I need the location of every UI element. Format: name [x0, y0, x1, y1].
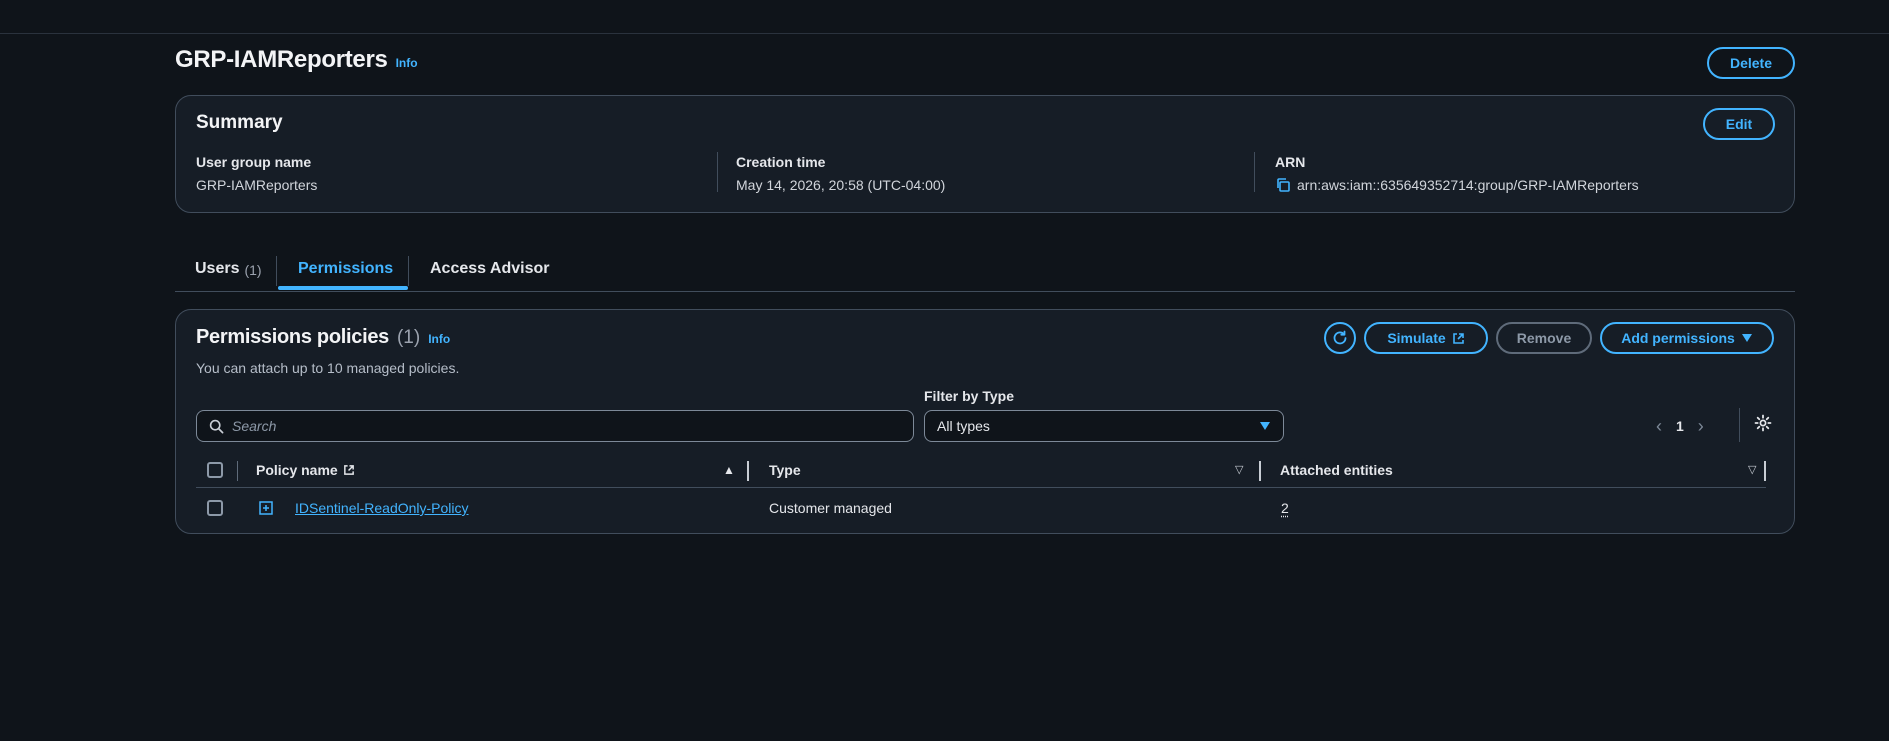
row-select-cell: [207, 488, 223, 528]
caret-down-icon: [1260, 422, 1270, 430]
attached-entities-count[interactable]: 2: [1281, 500, 1289, 516]
arn-value: arn:aws:iam::635649352714:group/GRP-IAMR…: [1297, 177, 1639, 193]
column-type-label: Type: [769, 462, 801, 478]
external-link-icon: [1452, 332, 1464, 344]
select-all-cell: [207, 452, 223, 488]
permissions-info-link[interactable]: Info: [428, 332, 450, 346]
column-divider: [237, 461, 238, 481]
group-name-label: User group name: [196, 154, 312, 170]
tab-users-label: Users: [195, 260, 240, 277]
sort-icon[interactable]: ▽: [1748, 463, 1756, 476]
attached-entities-cell: 2: [1281, 488, 1289, 528]
arn-field: ARN arn:aws:iam::635649352714:group/GRP-…: [1275, 154, 1639, 193]
tab-separator: [408, 256, 409, 286]
permissions-count: (1): [396, 327, 421, 348]
summary-panel: Summary Edit User group name GRP-IAMRepo…: [175, 95, 1795, 213]
pagination: ‹ 1 ›: [1656, 410, 1704, 442]
external-link-icon: [343, 465, 354, 475]
permissions-panel: Permissions policies (1) Info You can at…: [175, 309, 1795, 534]
tab-access-advisor[interactable]: Access Advisor: [430, 254, 549, 292]
select-all-checkbox[interactable]: [207, 462, 223, 478]
column-resizer[interactable]: [747, 461, 749, 481]
search-icon: [209, 419, 224, 433]
tab-permissions-label: Permissions: [298, 260, 394, 277]
arn-row: arn:aws:iam::635649352714:group/GRP-IAMR…: [1275, 177, 1639, 193]
arn-label: ARN: [1275, 154, 1306, 170]
column-entities-label: Attached entities: [1280, 462, 1393, 478]
group-name-field: User group name GRP-IAMReporters: [196, 154, 317, 193]
prev-page-icon[interactable]: ‹: [1656, 416, 1662, 437]
summary-title: Summary: [196, 112, 283, 133]
table-header: Policy name ▲ Type ▽ Attached entities ▽: [196, 452, 1766, 488]
gear-icon[interactable]: [1754, 414, 1772, 437]
sort-icon[interactable]: ▽: [1235, 463, 1243, 476]
tab-access-advisor-label: Access Advisor: [430, 260, 550, 277]
sort-ascending-icon[interactable]: ▲: [723, 463, 735, 477]
tab-users-count: (1): [244, 262, 262, 278]
next-page-icon[interactable]: ›: [1698, 416, 1704, 437]
add-permissions-label: Add permissions: [1621, 330, 1735, 346]
tab-bar: Users (1) Permissions Access Advisor: [175, 254, 1795, 292]
copy-icon[interactable]: [1275, 177, 1291, 193]
column-policy-name[interactable]: Policy name: [256, 452, 355, 488]
refresh-icon: [1333, 330, 1347, 345]
top-navigation-bar: [0, 0, 1889, 34]
policy-name-link[interactable]: IDSentinel-ReadOnly-Policy: [295, 500, 469, 516]
page-info-link[interactable]: Info: [396, 56, 418, 70]
tab-users[interactable]: Users (1): [195, 254, 262, 292]
page-title: GRP-IAMReporters: [175, 46, 388, 73]
permissions-title: Permissions policies: [196, 326, 389, 348]
group-name-value: GRP-IAMReporters: [196, 177, 318, 193]
divider: [1254, 152, 1255, 192]
add-permissions-button[interactable]: Add permissions: [1600, 322, 1774, 354]
caret-down-icon: [1741, 334, 1752, 342]
permissions-subtitle: You can attach up to 10 managed policies…: [196, 360, 460, 376]
delete-button[interactable]: Delete: [1707, 47, 1795, 79]
page-number[interactable]: 1: [1676, 418, 1684, 434]
expand-cell: [259, 488, 273, 528]
filter-type-label: Filter by Type: [924, 388, 1014, 404]
creation-time-field: Creation time May 14, 2026, 20:58 (UTC-0…: [736, 154, 945, 193]
column-attached-entities[interactable]: Attached entities: [1280, 452, 1393, 488]
simulate-button[interactable]: Simulate: [1364, 322, 1488, 354]
table-row: IDSentinel-ReadOnly-Policy Customer mana…: [196, 488, 1766, 528]
policy-name-cell: IDSentinel-ReadOnly-Policy: [295, 488, 469, 528]
search-box: [196, 410, 914, 442]
remove-button[interactable]: Remove: [1496, 322, 1592, 354]
filter-type-value: All types: [937, 418, 990, 434]
refresh-button[interactable]: [1324, 322, 1356, 354]
column-type[interactable]: Type: [769, 452, 801, 488]
column-policy-name-label: Policy name: [256, 462, 338, 478]
creation-time-value: May 14, 2026, 20:58 (UTC-04:00): [736, 177, 946, 193]
filter-type-select[interactable]: All types: [924, 410, 1284, 442]
policy-type-cell: Customer managed: [769, 500, 892, 516]
search-input[interactable]: [232, 418, 892, 434]
expand-icon[interactable]: [259, 501, 273, 515]
row-checkbox[interactable]: [207, 500, 223, 516]
tab-separator: [276, 256, 277, 286]
divider: [1739, 408, 1740, 442]
column-resizer[interactable]: [1764, 461, 1766, 481]
column-resizer[interactable]: [1259, 461, 1261, 481]
edit-button[interactable]: Edit: [1703, 108, 1775, 140]
active-tab-indicator: [278, 286, 408, 290]
simulate-label: Simulate: [1387, 330, 1446, 346]
divider: [717, 152, 718, 192]
creation-time-label: Creation time: [736, 154, 826, 170]
permissions-header: Permissions policies (1) Info: [196, 326, 450, 349]
page-header: GRP-IAMReporters Info: [175, 46, 418, 74]
